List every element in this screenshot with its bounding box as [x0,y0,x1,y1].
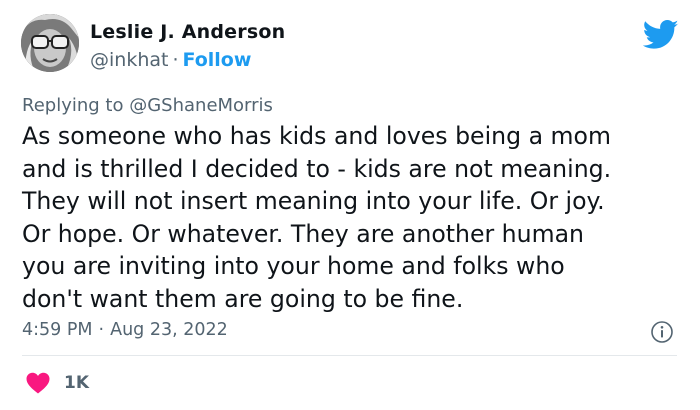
like-count: 1K [64,373,90,393]
tweet-text: As someone who has kids and loves being … [22,120,682,316]
tweet-date: Aug 23, 2022 [110,320,228,340]
like-button[interactable]: 1K [26,368,89,398]
divider [22,355,677,356]
tweet-text-line: Or hope. Or whatever. They are another h… [22,219,584,248]
author-display-name[interactable]: Leslie J. Anderson [90,21,285,43]
tweet-text-line: As someone who has kids and loves being … [22,122,611,150]
tweet-text-line: and is thrilled I decided to - kids are … [22,154,612,183]
tweet-time: 4:59 PM [22,320,93,340]
tweet-timestamp[interactable]: 4:59 PM · Aug 23, 2022 [22,320,228,340]
avatar[interactable] [21,14,79,72]
meta-separator: · [98,320,105,340]
reply-context: Replying to @GShaneMorris [22,95,273,116]
reply-prefix: Replying to [22,95,124,116]
tweet-text-line: you are inviting into your home and folk… [22,252,565,281]
author-handle-line: @inkhat · Follow [90,49,251,71]
info-icon[interactable] [650,320,674,344]
avatar-image [21,14,79,72]
twitter-bird-icon[interactable] [643,20,679,50]
author-handle[interactable]: @inkhat [90,49,168,71]
handle-separator: · [172,49,179,71]
heart-icon [26,372,50,394]
tweet-card: Leslie J. Anderson @inkhat · Follow Replyi… [0,0,700,410]
tweet-text-line: don't want them are going to be fine. [22,284,464,313]
reply-handle-link[interactable]: @GShaneMorris [129,95,273,116]
tweet-text-line: They will not insert meaning into your l… [22,187,605,216]
follow-button[interactable]: Follow [183,49,252,71]
